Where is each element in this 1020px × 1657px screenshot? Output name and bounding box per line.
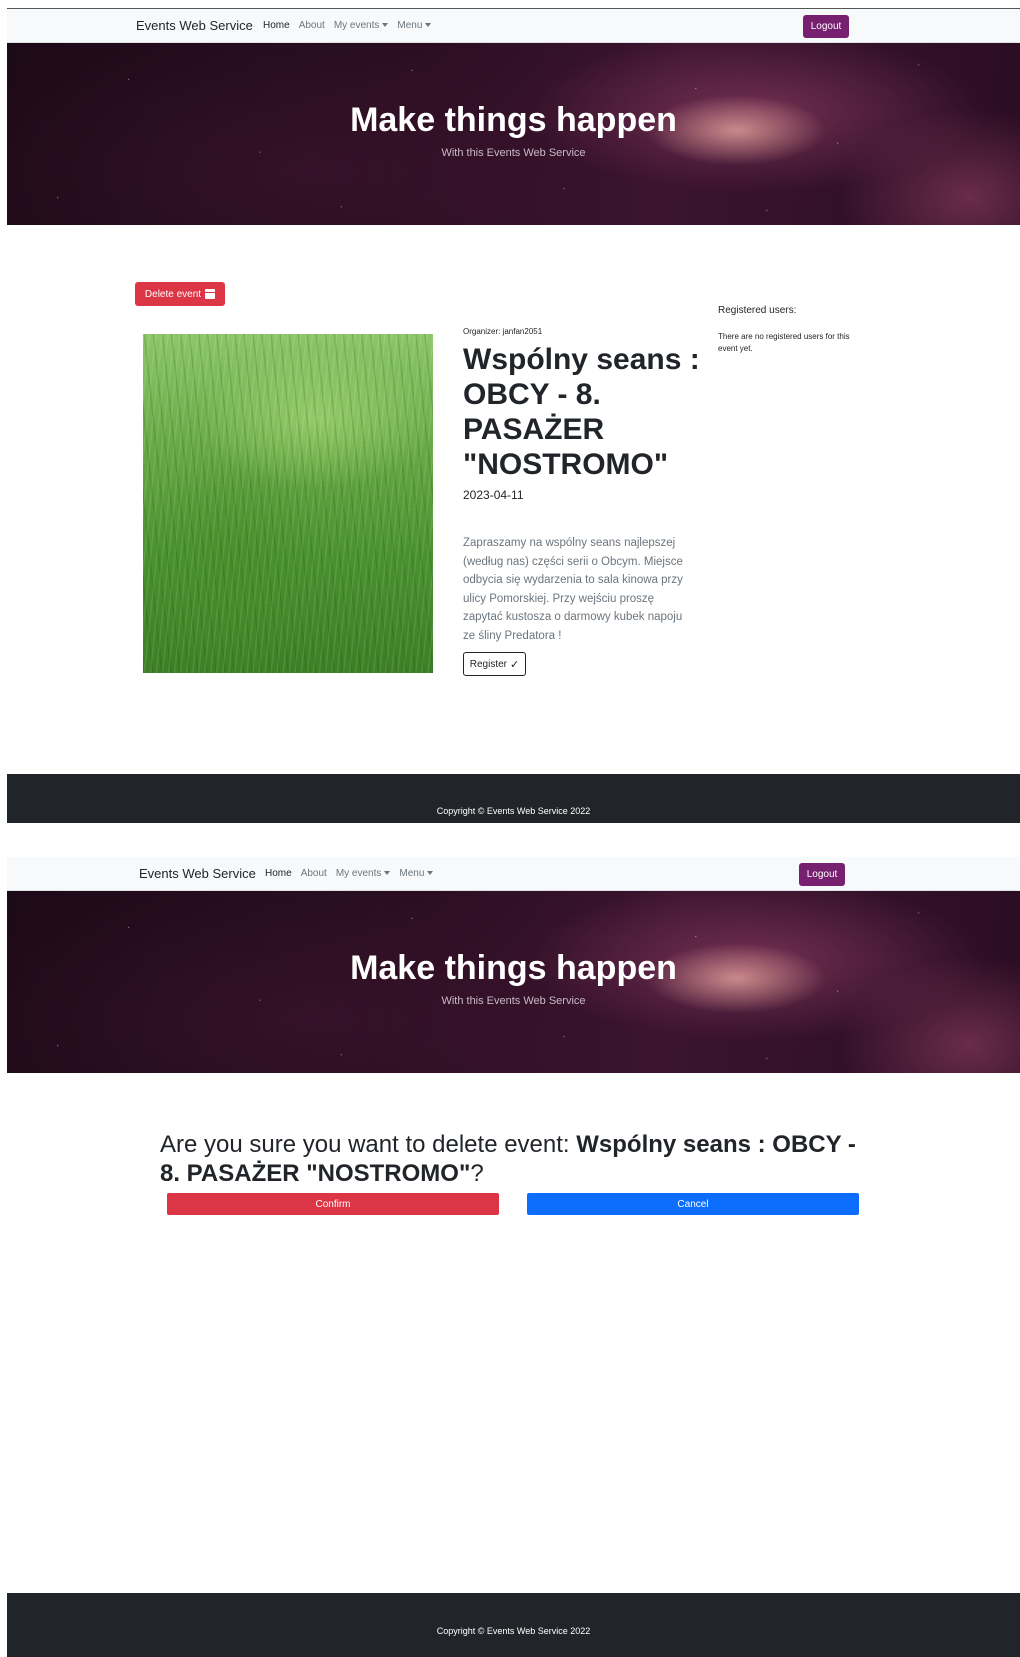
cancel-button[interactable]: Cancel <box>527 1193 859 1215</box>
question-prefix: Are you sure you want to delete event: <box>160 1131 577 1158</box>
question-suffix: ? <box>470 1160 484 1187</box>
footer-copyright: Copyright © Events Web Service 2022 <box>436 1626 591 1636</box>
register-label: Register <box>469 658 508 670</box>
navbar-brand[interactable]: Events Web Service <box>139 866 256 881</box>
delete-confirmation-screen: Events Web Service Home About My events … <box>7 857 1020 1657</box>
delete-confirmation-question: Are you sure you want to delete event: W… <box>160 1130 860 1188</box>
hero-banner: Make things happen With this Events Web … <box>7 891 1020 1073</box>
nav-links: Home About My events Menu <box>263 20 432 31</box>
registered-users-empty-message: There are no registered users for this e… <box>718 332 850 353</box>
nav-my-events-dropdown[interactable]: My events <box>334 20 389 31</box>
registered-users-title: Registered users: <box>718 305 797 316</box>
grass-texture <box>143 334 433 673</box>
nav-my-events-dropdown[interactable]: My events <box>336 868 391 879</box>
footer-copyright: Copyright © Events Web Service 2022 <box>436 806 591 816</box>
event-title: Wspólny seans : OBCY - 8. PASAŻER "NOSTR… <box>463 343 700 481</box>
hero-title: Make things happen <box>350 949 677 987</box>
check-icon: ✓ <box>510 658 520 671</box>
event-organizer: Organizer: janfan2051 <box>463 327 543 336</box>
nav-links: Home About My events Menu <box>265 868 434 879</box>
logout-button[interactable]: Logout <box>799 863 845 886</box>
hero-title: Make things happen <box>350 101 677 139</box>
event-image <box>143 334 433 673</box>
calendar-x-icon <box>205 289 216 299</box>
hero-subtitle: With this Events Web Service <box>441 147 586 159</box>
event-date: 2023-04-11 <box>463 488 524 502</box>
nav-about-link[interactable]: About <box>301 868 327 879</box>
nav-home-link[interactable]: Home <box>265 868 292 879</box>
navbar-brand[interactable]: Events Web Service <box>136 18 253 33</box>
footer: Copyright © Events Web Service 2022 <box>7 1593 1020 1657</box>
chevron-down-icon <box>384 871 391 876</box>
navbar: Events Web Service Home About My events … <box>7 857 1020 891</box>
register-button[interactable]: Register ✓ <box>463 652 526 676</box>
chevron-down-icon <box>382 23 389 28</box>
nav-menu-label: Menu <box>397 20 423 31</box>
nav-my-events-label: My events <box>335 868 382 879</box>
nav-home-link[interactable]: Home <box>263 20 290 31</box>
chevron-down-icon <box>427 871 434 876</box>
nav-menu-dropdown[interactable]: Menu <box>399 868 434 879</box>
footer: Copyright © Events Web Service 2022 <box>7 774 1020 823</box>
event-description: Zapraszamy na wspólny seans najlepszej (… <box>463 537 683 642</box>
navbar: Events Web Service Home About My events … <box>7 9 1020 43</box>
confirm-button[interactable]: Confirm <box>167 1193 499 1215</box>
nav-menu-dropdown[interactable]: Menu <box>397 20 432 31</box>
logout-button[interactable]: Logout <box>803 15 849 38</box>
delete-event-button[interactable]: Delete event <box>135 282 225 306</box>
hero-subtitle: With this Events Web Service <box>441 995 586 1007</box>
chevron-down-icon <box>425 23 432 28</box>
delete-event-label: Delete event <box>144 288 202 300</box>
nav-menu-label: Menu <box>399 868 425 879</box>
hero-banner: Make things happen With this Events Web … <box>7 43 1020 225</box>
nav-about-link[interactable]: About <box>299 20 325 31</box>
nav-my-events-label: My events <box>333 20 380 31</box>
